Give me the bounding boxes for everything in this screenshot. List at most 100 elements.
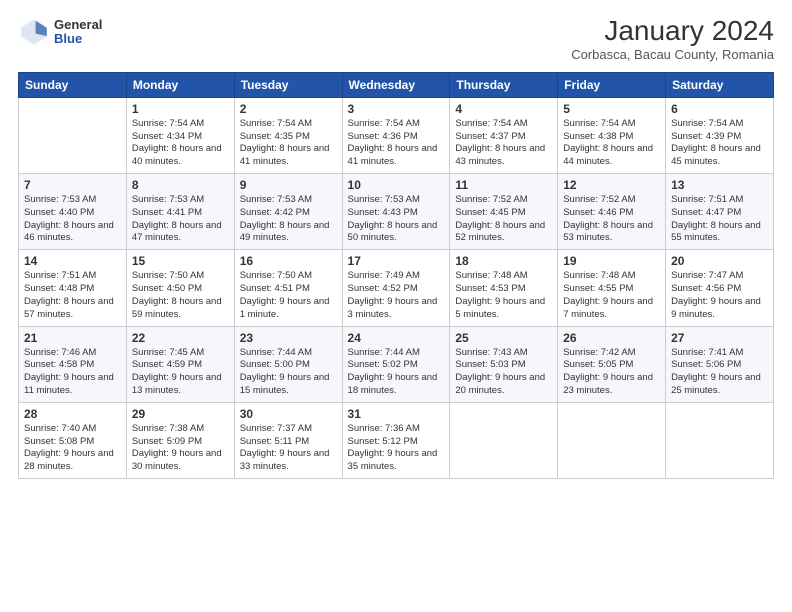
cell-2-6: 20Sunrise: 7:47 AM Sunset: 4:56 PM Dayli… bbox=[666, 250, 774, 326]
cell-info: Sunrise: 7:54 AM Sunset: 4:36 PM Dayligh… bbox=[348, 118, 445, 169]
cell-date-number: 3 bbox=[348, 102, 445, 116]
cell-date-number: 16 bbox=[240, 254, 337, 268]
logo-text: General Blue bbox=[54, 18, 102, 47]
cell-info: Sunrise: 7:43 AM Sunset: 5:03 PM Dayligh… bbox=[455, 347, 552, 398]
cell-info: Sunrise: 7:51 AM Sunset: 4:47 PM Dayligh… bbox=[671, 194, 768, 245]
cell-3-1: 22Sunrise: 7:45 AM Sunset: 4:59 PM Dayli… bbox=[126, 326, 234, 402]
main-title: January 2024 bbox=[571, 16, 774, 47]
col-tuesday: Tuesday bbox=[234, 72, 342, 97]
cell-info: Sunrise: 7:52 AM Sunset: 4:46 PM Dayligh… bbox=[563, 194, 660, 245]
cell-2-3: 17 Sunrise: 7:49 AM Sunset: 4:52 PM Dayli… bbox=[342, 250, 450, 326]
cell-1-0: 7 Sunrise: 7:53 AM Sunset: 4:40 PM Daylig… bbox=[19, 174, 127, 250]
cell-date-number: 1 bbox=[132, 102, 229, 116]
cell-date-number: 23 bbox=[240, 331, 337, 345]
cell-4-1: 29 Sunrise: 7:38 AM Sunset: 5:09 PM Dayli… bbox=[126, 402, 234, 478]
logo-general-label: General bbox=[54, 18, 102, 32]
cell-date-number: 8 bbox=[132, 178, 229, 192]
cell-0-6: 6Sunrise: 7:54 AM Sunset: 4:39 PM Daylig… bbox=[666, 97, 774, 173]
cell-date-number: 24 bbox=[348, 331, 445, 345]
cell-date-number: 10 bbox=[348, 178, 445, 192]
cell-info: Sunrise: 7:51 AM Sunset: 4:48 PM Dayligh… bbox=[24, 270, 121, 321]
cell-date-number: 18 bbox=[455, 254, 552, 268]
cell-0-3: 3 Sunrise: 7:54 AM Sunset: 4:36 PM Daylig… bbox=[342, 97, 450, 173]
cell-0-5: 5Sunrise: 7:54 AM Sunset: 4:38 PM Daylig… bbox=[558, 97, 666, 173]
cell-1-4: 11 Sunrise: 7:52 AM Sunset: 4:45 PM Dayli… bbox=[450, 174, 558, 250]
col-sunday: Sunday bbox=[19, 72, 127, 97]
col-thursday: Thursday bbox=[450, 72, 558, 97]
header: General Blue January 2024 Corbasca, Baca… bbox=[18, 16, 774, 62]
col-saturday: Saturday bbox=[666, 72, 774, 97]
subtitle: Corbasca, Bacau County, Romania bbox=[571, 47, 774, 62]
page: General Blue January 2024 Corbasca, Baca… bbox=[0, 0, 792, 612]
cell-3-4: 25Sunrise: 7:43 AM Sunset: 5:03 PM Dayli… bbox=[450, 326, 558, 402]
cell-info: Sunrise: 7:54 AM Sunset: 4:35 PM Dayligh… bbox=[240, 118, 337, 169]
calendar-header-row: Sunday Monday Tuesday Wednesday Thursday… bbox=[19, 72, 774, 97]
cell-info: Sunrise: 7:44 AM Sunset: 5:02 PM Dayligh… bbox=[348, 347, 445, 398]
cell-2-1: 15 Sunrise: 7:50 AM Sunset: 4:50 PM Dayli… bbox=[126, 250, 234, 326]
cell-4-6 bbox=[666, 402, 774, 478]
cell-info: Sunrise: 7:48 AM Sunset: 4:53 PM Dayligh… bbox=[455, 270, 552, 321]
cell-2-4: 18 Sunrise: 7:48 AM Sunset: 4:53 PM Dayli… bbox=[450, 250, 558, 326]
cell-date-number: 30 bbox=[240, 407, 337, 421]
col-wednesday: Wednesday bbox=[342, 72, 450, 97]
cell-date-number: 17 bbox=[348, 254, 445, 268]
cell-date-number: 26 bbox=[563, 331, 660, 345]
cell-info: Sunrise: 7:38 AM Sunset: 5:09 PM Dayligh… bbox=[132, 423, 229, 474]
cell-info: Sunrise: 7:52 AM Sunset: 4:45 PM Dayligh… bbox=[455, 194, 552, 245]
cell-info: Sunrise: 7:54 AM Sunset: 4:37 PM Dayligh… bbox=[455, 118, 552, 169]
cell-info: Sunrise: 7:40 AM Sunset: 5:08 PM Dayligh… bbox=[24, 423, 121, 474]
cell-info: Sunrise: 7:54 AM Sunset: 4:34 PM Dayligh… bbox=[132, 118, 229, 169]
cell-info: Sunrise: 7:49 AM Sunset: 4:52 PM Dayligh… bbox=[348, 270, 445, 321]
logo-blue-label: Blue bbox=[54, 32, 102, 46]
logo-icon bbox=[18, 16, 50, 48]
title-block: January 2024 Corbasca, Bacau County, Rom… bbox=[571, 16, 774, 62]
col-monday: Monday bbox=[126, 72, 234, 97]
cell-info: Sunrise: 7:47 AM Sunset: 4:56 PM Dayligh… bbox=[671, 270, 768, 321]
cell-info: Sunrise: 7:37 AM Sunset: 5:11 PM Dayligh… bbox=[240, 423, 337, 474]
cell-1-2: 9 Sunrise: 7:53 AM Sunset: 4:42 PM Daylig… bbox=[234, 174, 342, 250]
cell-date-number: 22 bbox=[132, 331, 229, 345]
cell-date-number: 13 bbox=[671, 178, 768, 192]
week-row-1: 7 Sunrise: 7:53 AM Sunset: 4:40 PM Daylig… bbox=[19, 174, 774, 250]
cell-0-2: 2 Sunrise: 7:54 AM Sunset: 4:35 PM Daylig… bbox=[234, 97, 342, 173]
cell-info: Sunrise: 7:53 AM Sunset: 4:40 PM Dayligh… bbox=[24, 194, 121, 245]
cell-date-number: 2 bbox=[240, 102, 337, 116]
col-friday: Friday bbox=[558, 72, 666, 97]
cell-4-2: 30 Sunrise: 7:37 AM Sunset: 5:11 PM Dayli… bbox=[234, 402, 342, 478]
cell-date-number: 27 bbox=[671, 331, 768, 345]
cell-date-number: 14 bbox=[24, 254, 121, 268]
cell-date-number: 15 bbox=[132, 254, 229, 268]
cell-info: Sunrise: 7:53 AM Sunset: 4:42 PM Dayligh… bbox=[240, 194, 337, 245]
logo: General Blue bbox=[18, 16, 102, 48]
cell-date-number: 9 bbox=[240, 178, 337, 192]
cell-date-number: 29 bbox=[132, 407, 229, 421]
cell-info: Sunrise: 7:36 AM Sunset: 5:12 PM Dayligh… bbox=[348, 423, 445, 474]
week-row-4: 28 Sunrise: 7:40 AM Sunset: 5:08 PM Dayli… bbox=[19, 402, 774, 478]
cell-date-number: 4 bbox=[455, 102, 552, 116]
cell-info: Sunrise: 7:44 AM Sunset: 5:00 PM Dayligh… bbox=[240, 347, 337, 398]
cell-4-5 bbox=[558, 402, 666, 478]
cell-date-number: 11 bbox=[455, 178, 552, 192]
cell-2-5: 19 Sunrise: 7:48 AM Sunset: 4:55 PM Dayli… bbox=[558, 250, 666, 326]
cell-info: Sunrise: 7:53 AM Sunset: 4:43 PM Dayligh… bbox=[348, 194, 445, 245]
week-row-3: 21Sunrise: 7:46 AM Sunset: 4:58 PM Dayli… bbox=[19, 326, 774, 402]
cell-date-number: 7 bbox=[24, 178, 121, 192]
cell-3-2: 23 Sunrise: 7:44 AM Sunset: 5:00 PM Dayli… bbox=[234, 326, 342, 402]
cell-2-2: 16Sunrise: 7:50 AM Sunset: 4:51 PM Dayli… bbox=[234, 250, 342, 326]
cell-info: Sunrise: 7:50 AM Sunset: 4:50 PM Dayligh… bbox=[132, 270, 229, 321]
cell-date-number: 31 bbox=[348, 407, 445, 421]
cell-info: Sunrise: 7:53 AM Sunset: 4:41 PM Dayligh… bbox=[132, 194, 229, 245]
week-row-2: 14 Sunrise: 7:51 AM Sunset: 4:48 PM Dayli… bbox=[19, 250, 774, 326]
cell-0-0 bbox=[19, 97, 127, 173]
cell-date-number: 28 bbox=[24, 407, 121, 421]
cell-0-1: 1 Sunrise: 7:54 AM Sunset: 4:34 PM Daylig… bbox=[126, 97, 234, 173]
cell-date-number: 19 bbox=[563, 254, 660, 268]
cell-3-5: 26Sunrise: 7:42 AM Sunset: 5:05 PM Dayli… bbox=[558, 326, 666, 402]
cell-3-6: 27Sunrise: 7:41 AM Sunset: 5:06 PM Dayli… bbox=[666, 326, 774, 402]
week-row-0: 1 Sunrise: 7:54 AM Sunset: 4:34 PM Daylig… bbox=[19, 97, 774, 173]
cell-date-number: 12 bbox=[563, 178, 660, 192]
cell-info: Sunrise: 7:46 AM Sunset: 4:58 PM Dayligh… bbox=[24, 347, 121, 398]
cell-info: Sunrise: 7:48 AM Sunset: 4:55 PM Dayligh… bbox=[563, 270, 660, 321]
calendar-table: Sunday Monday Tuesday Wednesday Thursday… bbox=[18, 72, 774, 479]
cell-date-number: 5 bbox=[563, 102, 660, 116]
